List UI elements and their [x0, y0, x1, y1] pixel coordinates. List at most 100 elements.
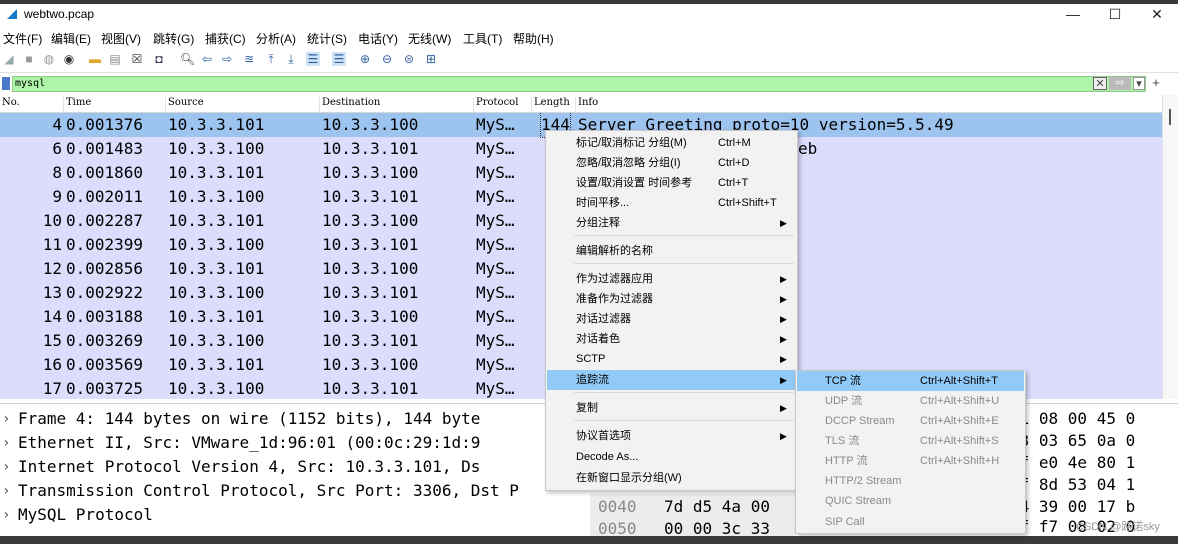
- packet-protocol: MyS…: [476, 163, 515, 182]
- menu-item-follow-stream[interactable]: 追踪流 ▶: [547, 370, 796, 390]
- menu-separator: [574, 263, 794, 264]
- colorize-icon[interactable]: ☰: [332, 52, 346, 66]
- capture-options-icon[interactable]: ◉: [62, 52, 76, 66]
- filter-bookmark-icon[interactable]: [2, 77, 10, 90]
- close-file-icon[interactable]: ☒: [130, 52, 144, 66]
- column-header-length[interactable]: Length: [532, 97, 576, 112]
- menu-view[interactable]: 视图(V): [101, 30, 141, 47]
- submenu-item-udp-stream[interactable]: UDP 流 Ctrl+Alt+Shift+U: [797, 391, 1024, 411]
- menu-item-time-shift[interactable]: 时间平移... Ctrl+Shift+T: [547, 193, 796, 213]
- apply-filter-icon[interactable]: ⇨: [1109, 77, 1131, 90]
- packet-time: 0.001376: [66, 115, 144, 134]
- packet-no: 14: [42, 307, 62, 326]
- column-header-source[interactable]: Source: [166, 97, 320, 112]
- menu-item-edit-resolved-name[interactable]: 编辑解析的名称: [547, 241, 796, 261]
- packet-destination: 10.3.3.101: [322, 235, 419, 254]
- filter-history-dropdown-icon[interactable]: ▾: [1133, 77, 1145, 90]
- go-back-icon[interactable]: ⇦: [200, 52, 214, 66]
- packet-destination: 10.3.3.100: [322, 355, 419, 374]
- minimize-button[interactable]: —: [1052, 4, 1094, 26]
- submenu-item-sip-call[interactable]: SIP Call: [797, 512, 1024, 532]
- packet-no: 6: [52, 139, 62, 158]
- packet-source: 10.3.3.101: [168, 307, 265, 326]
- packet-source: 10.3.3.101: [168, 259, 265, 278]
- menu-statistics[interactable]: 统计(S): [307, 30, 347, 47]
- menu-item-copy[interactable]: 复制 ▶: [547, 398, 796, 418]
- menu-item-packet-comment[interactable]: 分组注释 ▶: [547, 213, 796, 233]
- submenu-item-tls-stream[interactable]: TLS 流 Ctrl+Alt+Shift+S: [797, 431, 1024, 451]
- open-file-icon[interactable]: ▬: [88, 52, 102, 66]
- menu-item-show-in-new-window[interactable]: 在新窗口显示分组(W): [547, 468, 796, 488]
- packet-no: 11: [42, 235, 62, 254]
- clear-filter-icon[interactable]: ✕: [1093, 77, 1107, 90]
- menu-item-apply-as-filter[interactable]: 作为过滤器应用 ▶: [547, 269, 796, 289]
- menu-wireless[interactable]: 无线(W): [408, 30, 451, 47]
- submenu-item-quic-stream[interactable]: QUIC Stream: [797, 491, 1024, 511]
- column-header-no[interactable]: No.: [0, 97, 64, 112]
- zoom-in-icon[interactable]: ⊕: [358, 52, 372, 66]
- normal-size-icon[interactable]: ⊜: [402, 52, 416, 66]
- menu-item-time-reference[interactable]: 设置/取消设置 时间参考 Ctrl+T: [547, 173, 796, 193]
- submenu-item-dccp-stream[interactable]: DCCP Stream Ctrl+Alt+Shift+E: [797, 411, 1024, 431]
- stop-capture-icon[interactable]: ■: [22, 52, 36, 66]
- display-filter-input[interactable]: mysql: [12, 76, 1146, 92]
- menu-item-ignore-packet[interactable]: 忽略/取消忽略 分组(I) Ctrl+D: [547, 153, 796, 173]
- packet-time: 0.002399: [66, 235, 144, 254]
- packet-time: 0.003569: [66, 355, 144, 374]
- packet-no: 4: [52, 115, 62, 134]
- submenu-item-http-stream[interactable]: HTTP 流 Ctrl+Alt+Shift+H: [797, 451, 1024, 471]
- menu-item-conversation-filter[interactable]: 对话过滤器 ▶: [547, 309, 796, 329]
- packet-list-scrollbar[interactable]: [1162, 95, 1178, 399]
- menu-file[interactable]: 文件(F): [3, 30, 42, 47]
- bytes-hex-tail: 34 39 00 17 b: [1010, 497, 1136, 516]
- reload-file-icon[interactable]: ◘: [152, 52, 166, 66]
- menu-go[interactable]: 跳转(G): [153, 30, 194, 47]
- menu-item-prepare-as-filter[interactable]: 准备作为过滤器 ▶: [547, 289, 796, 309]
- first-packet-icon[interactable]: ⤒: [264, 52, 278, 66]
- menu-item-protocol-preferences[interactable]: 协议首选项 ▶: [547, 426, 796, 446]
- zoom-out-icon[interactable]: ⊖: [380, 52, 394, 66]
- menu-tools[interactable]: 工具(T): [463, 30, 502, 47]
- expand-arrow-icon[interactable]: ›: [2, 407, 10, 431]
- bytes-hex-tail: af e0 4e 80 1: [1010, 453, 1136, 472]
- expand-arrow-icon[interactable]: ›: [2, 431, 10, 455]
- resize-columns-icon[interactable]: ⊞: [424, 52, 438, 66]
- start-capture-icon[interactable]: ◢: [2, 52, 16, 66]
- packet-source: 10.3.3.100: [168, 283, 265, 302]
- packet-destination: 10.3.3.100: [322, 115, 419, 134]
- menu-item-decode-as[interactable]: Decode As...: [547, 447, 796, 467]
- go-forward-icon[interactable]: ⇨: [220, 52, 234, 66]
- save-file-icon[interactable]: ▤: [108, 52, 122, 66]
- column-header-time[interactable]: Time: [64, 97, 166, 112]
- submenu-item-http2-stream[interactable]: HTTP/2 Stream: [797, 471, 1024, 491]
- menu-telephony[interactable]: 电话(Y): [358, 30, 398, 47]
- bytes-hex-tail: 03 03 65 0a 0: [1010, 431, 1136, 450]
- menu-item-mark-packet[interactable]: 标记/取消标记 分组(M) Ctrl+M: [547, 133, 796, 153]
- maximize-button[interactable]: ☐: [1094, 4, 1136, 26]
- last-packet-icon[interactable]: ⤓: [284, 52, 298, 66]
- menu-help[interactable]: 帮助(H): [513, 30, 554, 47]
- menu-item-colorize-conversation[interactable]: 对话着色 ▶: [547, 329, 796, 349]
- scrollbar-thumb[interactable]: [1169, 109, 1171, 125]
- restart-capture-icon[interactable]: ◍: [42, 52, 56, 66]
- auto-scroll-icon[interactable]: ☰: [306, 52, 320, 66]
- menu-edit[interactable]: 编辑(E): [51, 30, 91, 47]
- submenu-item-tcp-stream[interactable]: TCP 流 Ctrl+Alt+Shift+T: [797, 371, 1024, 391]
- menu-item-sctp[interactable]: SCTP ▶: [547, 349, 796, 369]
- close-button[interactable]: ✕: [1136, 4, 1178, 26]
- expand-arrow-icon[interactable]: ›: [2, 455, 10, 479]
- expand-arrow-icon[interactable]: ›: [2, 503, 10, 527]
- go-to-packet-icon[interactable]: ≊: [242, 52, 256, 66]
- column-header-destination[interactable]: Destination: [320, 97, 474, 112]
- packet-details-pane: › Frame 4: 144 bytes on wire (1152 bits)…: [0, 403, 590, 536]
- menu-analyze[interactable]: 分析(A): [256, 30, 296, 47]
- find-packet-icon[interactable]: 🔍︎: [180, 52, 195, 66]
- packet-protocol: MyS…: [476, 307, 515, 326]
- packet-destination: 10.3.3.101: [322, 379, 419, 398]
- column-header-info[interactable]: Info: [576, 97, 1162, 112]
- packet-source: 10.3.3.101: [168, 355, 265, 374]
- add-filter-button-icon[interactable]: +: [1150, 76, 1162, 90]
- column-header-protocol[interactable]: Protocol: [474, 97, 532, 112]
- expand-arrow-icon[interactable]: ›: [2, 479, 10, 503]
- menu-capture[interactable]: 捕获(C): [205, 30, 246, 47]
